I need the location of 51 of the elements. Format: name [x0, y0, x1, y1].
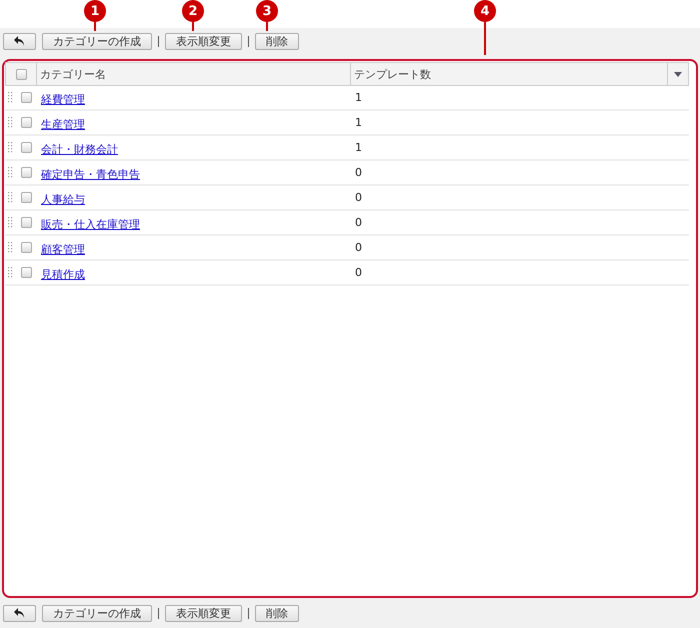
drag-handle-icon[interactable]: [8, 167, 13, 178]
checkbox[interactable]: [21, 267, 32, 278]
callout-marker: 2: [182, 0, 204, 22]
reorder-button[interactable]: 表示順変更: [165, 604, 242, 622]
column-header: カテゴリー名: [40, 66, 106, 82]
category-link[interactable]: 人事給与: [41, 193, 85, 206]
drag-handle-icon[interactable]: [8, 92, 13, 103]
back-button[interactable]: [3, 32, 36, 50]
drag-handle-icon[interactable]: [8, 217, 13, 228]
drag-handle-icon[interactable]: [8, 117, 13, 128]
template-count: 0: [355, 166, 362, 179]
create-category-button[interactable]: カテゴリーの作成: [42, 32, 152, 50]
drag-handle-icon[interactable]: [8, 142, 13, 153]
checkbox[interactable]: [21, 92, 32, 103]
checkbox[interactable]: [16, 68, 26, 80]
template-count: 0: [355, 191, 362, 204]
callout-marker: 3: [256, 0, 278, 22]
delete-button[interactable]: 削除: [255, 32, 299, 50]
checkbox[interactable]: [21, 167, 32, 178]
create-category-button[interactable]: カテゴリーの作成: [42, 604, 152, 622]
checkbox[interactable]: [21, 142, 32, 153]
column-header: テンプレート数: [354, 66, 431, 82]
back-arrow-icon: [14, 608, 25, 618]
template-count: 0: [355, 241, 362, 254]
drag-handle-icon[interactable]: [8, 192, 13, 203]
callout-marker: 4: [474, 0, 496, 22]
dropdown-arrow-icon[interactable]: [674, 72, 682, 76]
delete-button[interactable]: 削除: [255, 604, 299, 622]
category-link[interactable]: 生産管理: [41, 118, 85, 131]
drag-handle-icon[interactable]: [8, 242, 13, 253]
category-link[interactable]: 会計・財務会計: [41, 143, 118, 156]
category-link[interactable]: 販売・仕入在庫管理: [41, 218, 140, 231]
checkbox[interactable]: [21, 117, 32, 128]
template-count: 1: [355, 141, 362, 154]
callout-marker: 1: [84, 0, 106, 22]
leader-line: [484, 22, 486, 55]
drag-handle-icon[interactable]: [8, 267, 13, 278]
checkbox[interactable]: [21, 242, 32, 253]
category-link[interactable]: 見積作成: [41, 268, 85, 281]
template-count: 0: [355, 266, 362, 279]
back-arrow-icon: [14, 36, 25, 46]
category-link[interactable]: 顧客管理: [41, 243, 85, 256]
checkbox[interactable]: [21, 192, 32, 203]
template-count: 1: [355, 91, 362, 104]
category-link[interactable]: 確定申告・青色申告: [41, 168, 140, 181]
checkbox[interactable]: [21, 217, 32, 228]
back-button[interactable]: [3, 604, 36, 622]
template-count: 0: [355, 216, 362, 229]
template-count: 1: [355, 116, 362, 129]
reorder-button[interactable]: 表示順変更: [165, 32, 242, 50]
category-link[interactable]: 経費管理: [41, 93, 85, 106]
